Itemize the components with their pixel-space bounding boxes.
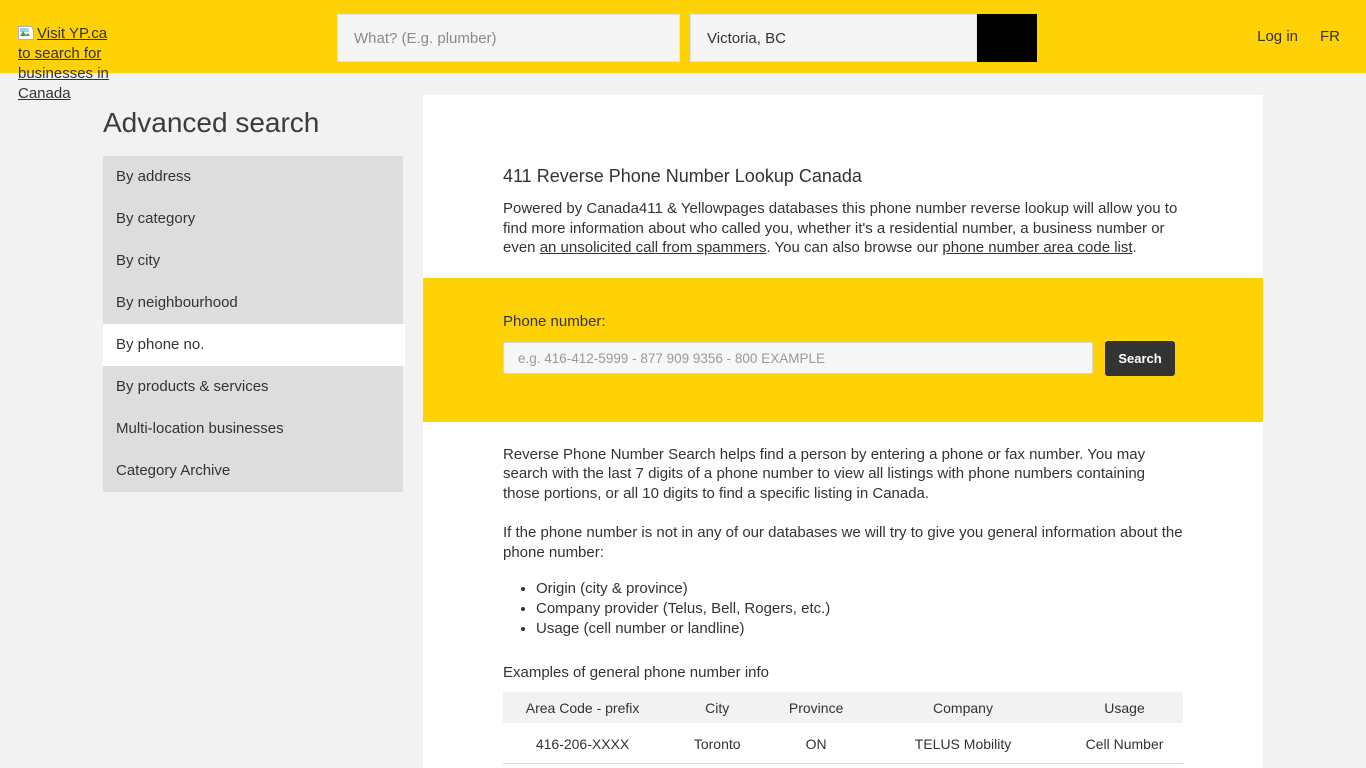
- phone-lookup-panel: Phone number: Search: [423, 278, 1263, 422]
- spammers-link[interactable]: an unsolicited call from spammers: [540, 239, 767, 256]
- sidebar-item-by-address[interactable]: By address: [103, 156, 403, 198]
- table-row: 416-206-XXXXTorontoONTELUS MobilityCell …: [503, 724, 1183, 763]
- table-header-cell: Company: [860, 692, 1066, 724]
- table-cell: Toronto: [662, 724, 772, 763]
- sidebar-item-category-archive[interactable]: Category Archive: [103, 450, 403, 492]
- bullet-item: Company provider (Telus, Bell, Rogers, e…: [536, 599, 1183, 619]
- table-cell: 416-206-XXXX: [503, 724, 662, 763]
- what-search-input[interactable]: [337, 14, 680, 62]
- language-toggle-fr[interactable]: FR: [1320, 28, 1340, 45]
- phone-info-table-head: Area Code - prefixCityProvinceCompanyUsa…: [503, 692, 1183, 724]
- where-location-input[interactable]: [690, 14, 977, 62]
- sidebar-item-by-phone-no[interactable]: By phone no.: [103, 324, 405, 366]
- phone-number-input[interactable]: [503, 342, 1093, 374]
- intro-paragraph: Powered by Canada411 & Yellowpages datab…: [503, 199, 1183, 258]
- description-paragraph-1: Reverse Phone Number Search helps find a…: [503, 445, 1183, 504]
- intro-text-after: .: [1133, 239, 1137, 256]
- sidebar-item-by-neighbourhood[interactable]: By neighbourhood: [103, 282, 403, 324]
- sidebar-item-by-city[interactable]: By city: [103, 240, 403, 282]
- broken-image-icon: [18, 26, 34, 40]
- phone-number-label: Phone number:: [503, 278, 1183, 331]
- table-cell: TELUS Mobility: [860, 724, 1066, 763]
- yp-logo-link[interactable]: Visit YP.ca to search for businesses in …: [18, 24, 118, 104]
- main-content-card: 411 Reverse Phone Number Lookup Canada P…: [423, 95, 1263, 768]
- table-header-cell: Area Code - prefix: [503, 692, 662, 724]
- phone-info-table-body: 416-206-XXXXTorontoONTELUS MobilityCell …: [503, 724, 1183, 763]
- header-search-button[interactable]: [977, 14, 1037, 62]
- table-header-cell: City: [662, 692, 772, 724]
- table-cell: Cell Number: [1066, 724, 1183, 763]
- table-header-cell: Province: [772, 692, 860, 724]
- advanced-search-title: Advanced search: [103, 106, 319, 140]
- sidebar-item-by-category[interactable]: By category: [103, 198, 403, 240]
- examples-caption: Examples of general phone number info: [503, 663, 1183, 682]
- table-cell: ON: [772, 724, 860, 763]
- table-header-cell: Usage: [1066, 692, 1183, 724]
- bullet-item: Origin (city & province): [536, 579, 1183, 599]
- advanced-search-nav: By addressBy categoryBy cityBy neighbour…: [103, 156, 403, 492]
- sidebar-item-multi-location-businesses[interactable]: Multi-location businesses: [103, 408, 403, 450]
- page-title: 411 Reverse Phone Number Lookup Canada: [503, 95, 1183, 187]
- login-link[interactable]: Log in: [1257, 28, 1298, 45]
- header-links: Log in FR: [1257, 0, 1340, 73]
- top-header-bar: Visit YP.ca to search for businesses in …: [0, 0, 1366, 73]
- phone-search-button[interactable]: Search: [1105, 341, 1175, 376]
- intro-text-mid: . You can also browse our: [766, 239, 942, 256]
- area-code-list-link[interactable]: phone number area code list: [942, 239, 1132, 256]
- sidebar-item-by-products-services[interactable]: By products & services: [103, 366, 403, 408]
- bullet-item: Usage (cell number or landline): [536, 619, 1183, 639]
- info-bullet-list: Origin (city & province)Company provider…: [503, 579, 1183, 639]
- phone-info-table: Area Code - prefixCityProvinceCompanyUsa…: [503, 692, 1183, 764]
- description-paragraph-2: If the phone number is not in any of our…: [503, 523, 1183, 562]
